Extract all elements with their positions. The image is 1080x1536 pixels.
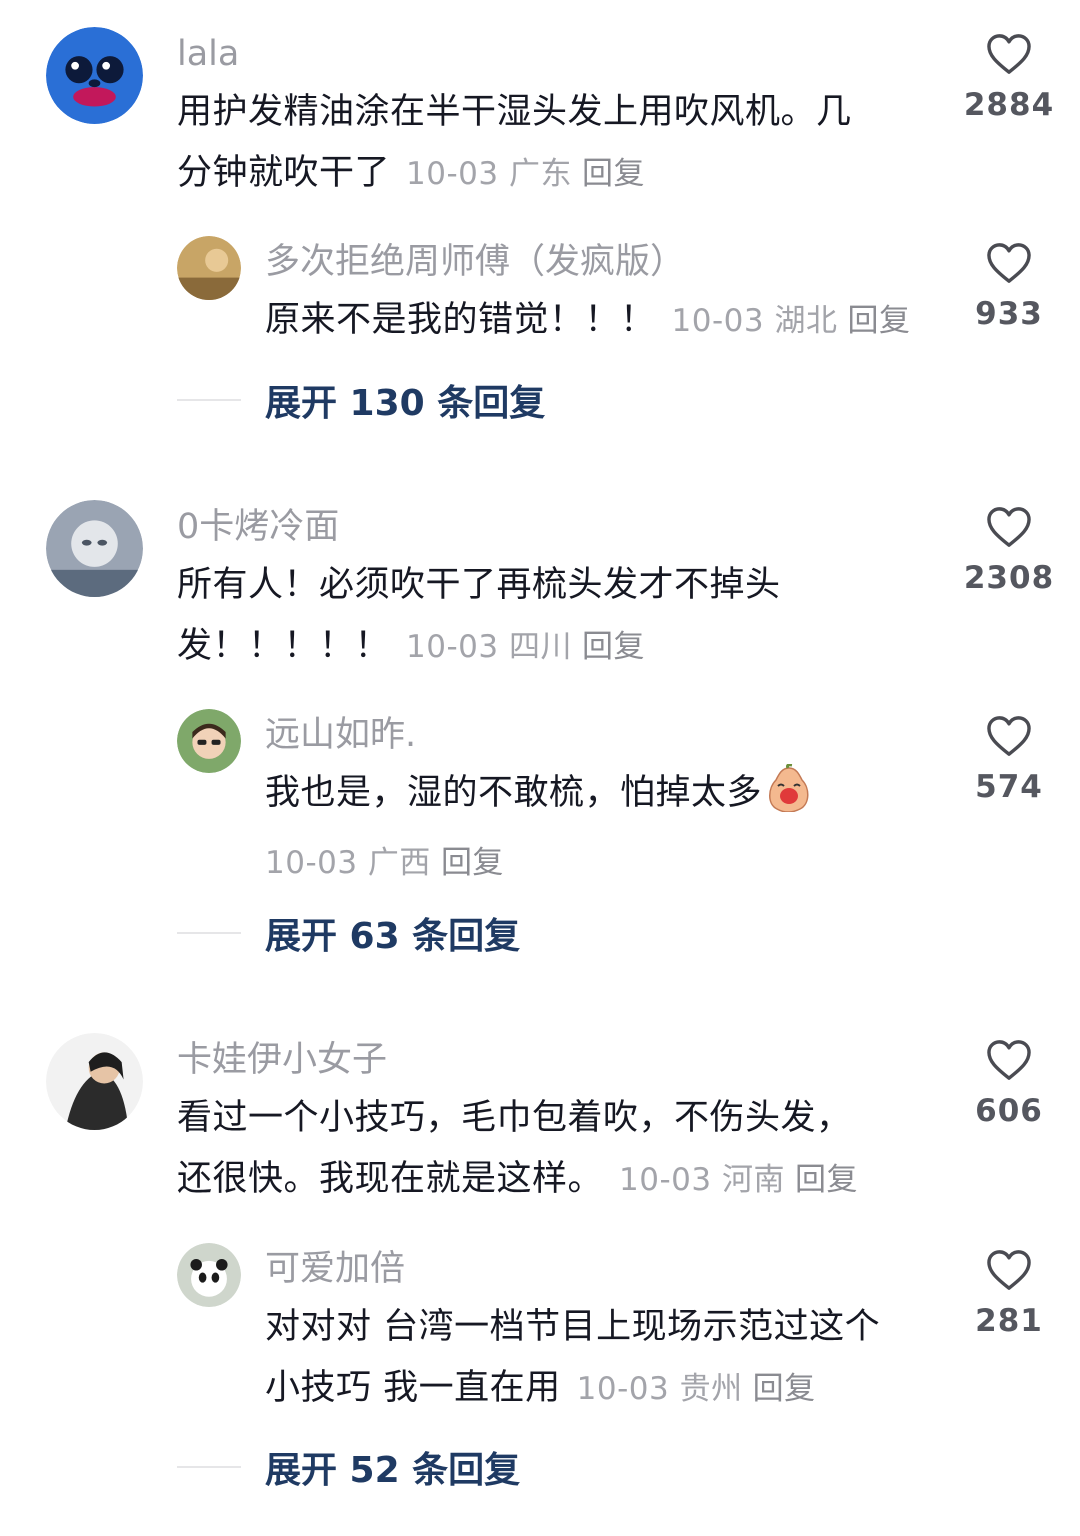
avatar[interactable] [177, 709, 241, 773]
expand-replies-label: 展开 130 条回复 [265, 383, 546, 424]
divider [177, 1466, 241, 1468]
comment-text-line: 所有人！必须吹干了再梳头发才不掉头 [177, 565, 781, 605]
expand-replies-label: 展开 52 条回复 [265, 1450, 521, 1491]
like-button[interactable]: 2308 [939, 506, 1079, 596]
comment-meta: 10-03 湖北 [671, 303, 838, 339]
heart-outline-icon [987, 507, 1031, 547]
reply-button[interactable]: 回复 [582, 629, 645, 665]
username[interactable]: 0卡烤冷面 [177, 507, 339, 547]
comment-meta: 10-03 广东 [406, 156, 572, 192]
comment-meta: 10-03 贵州 [576, 1371, 743, 1407]
like-button[interactable]: 2884 [939, 33, 1079, 123]
avatar[interactable] [46, 1033, 143, 1130]
reply-button[interactable]: 回复 [441, 845, 504, 881]
username[interactable]: 可爱加倍 [265, 1249, 405, 1289]
like-count: 2308 [963, 560, 1055, 596]
comment-text: 看过一个小技巧，毛巾包着吹，不伤头发， 还很快。我现在就是这样。 10-03 河南… [177, 1088, 937, 1211]
comment-text-line: 分钟就吹干了 [177, 153, 391, 193]
reply-button[interactable]: 回复 [753, 1371, 816, 1407]
heart-outline-icon [987, 1250, 1031, 1290]
username[interactable]: lala [177, 34, 239, 74]
like-count: 281 [975, 1303, 1043, 1339]
heart-outline-icon [987, 243, 1031, 283]
comment-text: 所有人！必须吹干了再梳头发才不掉头 发！！！！！ 10-03 四川 回复 [177, 555, 937, 678]
comment-text-line: 小技巧 我一直在用 [265, 1368, 561, 1408]
comment-text: 对对对 台湾一档节目上现场示范过这个 小技巧 我一直在用 10-03 贵州 回复 [265, 1297, 945, 1420]
comment-text-line: 我也是，湿的不敢梳，怕掉太多 [265, 773, 763, 813]
comment-text-line: 还很快。我现在就是这样。 [177, 1159, 604, 1199]
expand-replies[interactable]: 展开 63 条回复 [177, 913, 520, 957]
comment-text: 用护发精油涂在半干湿头发上用吹风机。几 分钟就吹干了 10-03 广东 回复 [177, 82, 937, 205]
expand-replies[interactable]: 展开 52 条回复 [177, 1447, 520, 1491]
divider [177, 932, 241, 934]
comment-text-line: 用护发精油涂在半干湿头发上用吹风机。几 [177, 92, 852, 132]
comment-meta: 10-03 河南 [619, 1162, 785, 1198]
reply-button[interactable]: 回复 [582, 156, 645, 192]
avatar[interactable] [46, 500, 143, 597]
crying-pear-emoji-icon [766, 763, 812, 832]
comment-text-line: 看过一个小技巧，毛巾包着吹，不伤头发， [177, 1098, 852, 1138]
like-button[interactable]: 606 [939, 1039, 1079, 1129]
like-count: 574 [975, 769, 1043, 805]
avatar[interactable] [177, 1243, 241, 1307]
reply-button[interactable]: 回复 [795, 1162, 858, 1198]
reply-button[interactable]: 回复 [847, 303, 910, 339]
like-count: 933 [975, 296, 1043, 332]
heart-outline-icon [987, 1040, 1031, 1080]
username[interactable]: 远山如昨. [265, 715, 416, 755]
comment-text-line: 对对对 台湾一档节目上现场示范过这个 [265, 1307, 881, 1347]
divider [177, 399, 241, 401]
avatar[interactable] [46, 27, 143, 124]
like-button[interactable]: 574 [939, 715, 1079, 805]
username[interactable]: 多次拒绝周师傅（发疯版） [265, 242, 685, 282]
like-count: 2884 [963, 87, 1055, 123]
comment-meta: 10-03 四川 [406, 629, 572, 665]
comment-text-line: 发！！！！！ [177, 626, 391, 666]
expand-replies-label: 展开 63 条回复 [265, 916, 521, 957]
comment-meta: 10-03 广西 [265, 845, 431, 881]
avatar[interactable] [177, 236, 241, 300]
like-button[interactable]: 281 [939, 1249, 1079, 1339]
heart-outline-icon [987, 716, 1031, 756]
comment-text-line: 原来不是我的错觉！！！ [265, 300, 656, 340]
comment-text: 我也是，湿的不敢梳，怕掉太多 10-03 广西 回复 [265, 763, 945, 894]
username[interactable]: 卡娃伊小女子 [177, 1040, 387, 1080]
like-count: 606 [975, 1093, 1043, 1129]
like-button[interactable]: 933 [939, 242, 1079, 332]
heart-outline-icon [987, 34, 1031, 74]
expand-replies[interactable]: 展开 130 条回复 [177, 380, 545, 424]
comment-text: 原来不是我的错觉！！！ 10-03 湖北 回复 [265, 290, 945, 352]
